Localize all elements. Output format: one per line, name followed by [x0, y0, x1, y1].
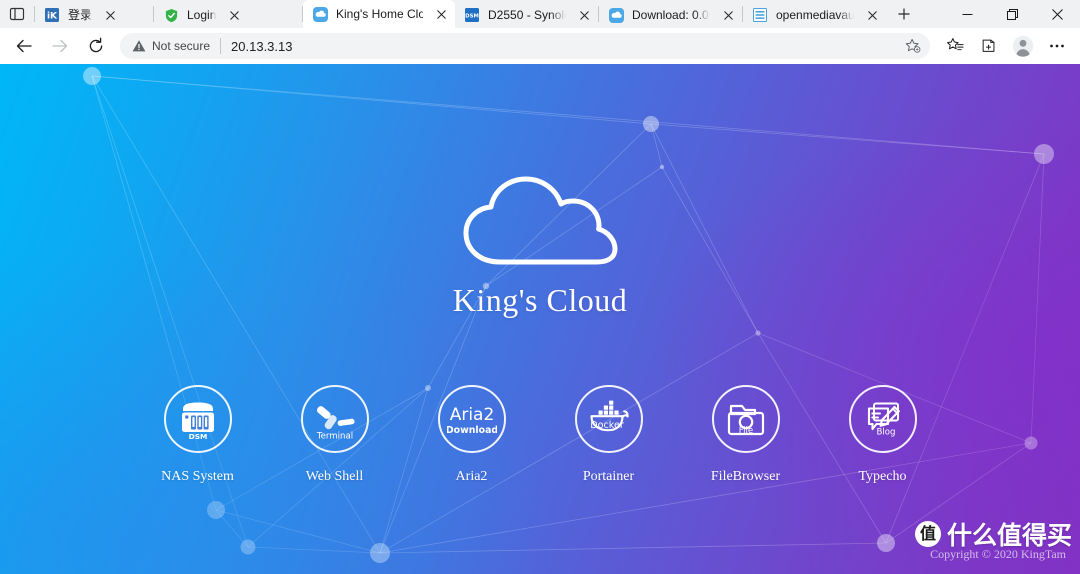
- app-tile-portainer[interactable]: Docker Portainer: [540, 385, 677, 485]
- blog-pencil-icon: Blog: [848, 385, 917, 453]
- address-bar[interactable]: Not secure 20.13.3.13: [120, 33, 930, 59]
- close-window-button[interactable]: [1035, 0, 1080, 28]
- green-shield-icon: [163, 7, 179, 23]
- tab-actions-button[interactable]: [0, 0, 34, 28]
- svg-text:File: File: [738, 426, 752, 436]
- terminal-icon: Terminal: [300, 385, 369, 453]
- app-label: Portainer: [582, 469, 635, 484]
- cloud-outline-icon: [460, 176, 620, 276]
- page-inner: King's Cloud DSM NAS System Terminal Web…: [0, 64, 1080, 574]
- app-grid: DSM NAS System Terminal Web Shell Aria2 …: [129, 385, 951, 485]
- minimize-button[interactable]: [945, 0, 990, 28]
- window-controls: [945, 0, 1080, 28]
- app-tile-aria2[interactable]: Aria2 Download Aria2: [403, 385, 540, 485]
- new-tab-button[interactable]: [890, 2, 918, 26]
- browser-window: iK 登录 Login King's Home Clo DSM D2550 - …: [0, 0, 1080, 574]
- add-favorite-icon[interactable]: [900, 35, 926, 57]
- tab-close-button[interactable]: [100, 5, 120, 25]
- file-folder-icon: File: [711, 385, 780, 453]
- svg-text:Terminal: Terminal: [315, 432, 352, 442]
- forward-button[interactable]: [44, 31, 76, 61]
- docker-whale-icon: Docker: [574, 385, 643, 453]
- maximize-button[interactable]: [990, 0, 1035, 28]
- app-tile-nas-system[interactable]: DSM NAS System: [129, 385, 266, 485]
- tab-title: Download: 0.00 B/s: [632, 8, 710, 22]
- browser-tab-0[interactable]: iK 登录: [35, 2, 153, 28]
- site-logo: King's Cloud: [453, 176, 627, 319]
- tab-title: D2550 - Synology DiskStation: [488, 8, 566, 22]
- warning-triangle-icon: [132, 39, 146, 53]
- blue-cloud-icon: [312, 6, 328, 22]
- svg-text:iK: iK: [47, 12, 58, 22]
- tab-title: openmediavault control panel: [776, 8, 854, 22]
- copyright-text: Copyright © 2020 KingTam: [930, 547, 1066, 561]
- tab-close-button[interactable]: [862, 5, 882, 25]
- omnibox-divider: [220, 38, 222, 54]
- settings-and-more-button[interactable]: [1041, 31, 1073, 61]
- app-label: FileBrowser: [710, 469, 781, 484]
- blue-cloud-icon: [608, 7, 624, 23]
- dsm-blue-icon: DSM: [464, 7, 480, 23]
- svg-text:Download: Download: [447, 425, 497, 436]
- back-button[interactable]: [8, 31, 40, 61]
- browser-toolbar: Not secure 20.13.3.13: [0, 28, 1080, 64]
- browser-tab-1[interactable]: Login: [154, 2, 302, 28]
- browser-tab-2[interactable]: King's Home Cloud: [303, 0, 455, 28]
- profile-avatar[interactable]: [1007, 31, 1039, 61]
- app-tile-typecho[interactable]: Blog Typecho: [814, 385, 951, 485]
- tab-title: King's Home Cloud: [336, 7, 423, 21]
- tab-close-button[interactable]: [224, 5, 244, 25]
- iK-blue-square-icon: iK: [44, 7, 60, 23]
- page-content: King's Cloud DSM NAS System Terminal Web…: [0, 64, 1080, 574]
- browser-tab-3[interactable]: DSM D2550 - Synology DiskStation: [455, 2, 598, 28]
- url-text[interactable]: 20.13.3.13: [231, 39, 900, 54]
- collections-button[interactable]: [973, 31, 1005, 61]
- aria2-icon: Aria2 Download: [437, 385, 506, 453]
- svg-text:DSM: DSM: [188, 432, 207, 441]
- security-status[interactable]: Not secure: [132, 39, 210, 53]
- page-title: King's Cloud: [452, 282, 628, 318]
- tab-close-button[interactable]: [431, 4, 451, 24]
- app-label: Web Shell: [305, 469, 364, 484]
- tab-title: 登录: [68, 8, 93, 22]
- refresh-button[interactable]: [80, 31, 112, 61]
- tab-close-button[interactable]: [574, 5, 594, 25]
- svg-text:DSM: DSM: [465, 14, 479, 20]
- svg-text:Blog: Blog: [876, 428, 895, 438]
- tab-strip: iK 登录 Login King's Home Clo DSM D2550 - …: [0, 0, 1080, 28]
- dsm-nas-icon: DSM: [163, 385, 232, 453]
- browser-tab-5[interactable]: openmediavault control panel: [743, 2, 886, 28]
- svg-text:Docker: Docker: [590, 420, 624, 431]
- app-tile-web-shell[interactable]: Terminal Web Shell: [266, 385, 403, 485]
- tab-title: Login: [187, 8, 217, 22]
- favorites-button[interactable]: [939, 31, 971, 61]
- browser-tab-4[interactable]: Download: 0.00 B/s: [599, 2, 742, 28]
- omv-blue-icon: [752, 7, 768, 23]
- app-label: Typecho: [858, 469, 907, 484]
- app-label: Aria2: [455, 469, 488, 484]
- svg-text:Aria2: Aria2: [449, 405, 494, 425]
- app-tile-filebrowser[interactable]: File FileBrowser: [677, 385, 814, 485]
- tab-close-button[interactable]: [718, 5, 738, 25]
- app-label: NAS System: [161, 469, 234, 484]
- security-label: Not secure: [152, 39, 211, 53]
